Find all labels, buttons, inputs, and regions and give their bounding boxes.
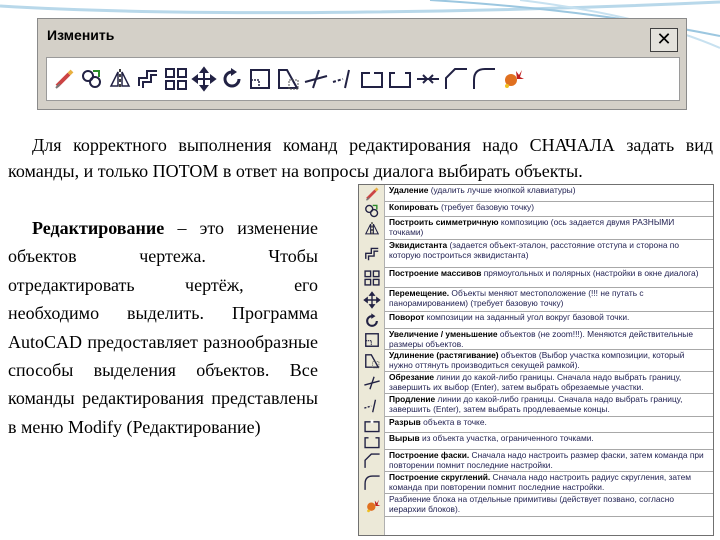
command-name: Разрыв [389,417,421,427]
command-name: Продление [389,394,436,404]
explode-icon [367,499,381,512]
intro-text: Для корректного выполнения команд редакт… [8,135,713,181]
editing-term: Редактирование [32,218,165,238]
command-description: объекта в точке. [420,417,487,427]
command-row: Копировать (требует базовую точку) [385,202,713,217]
command-row: Построение массивов прямоугольных и поля… [385,268,713,288]
command-row: Удлинение (растягивание) объектов (Выбор… [385,350,713,372]
modify-toolbar: Изменить ✕ [37,18,687,110]
command-row: Обрезание линии до какой-либо границы. С… [385,372,713,394]
stretch-icon [365,354,380,369]
command-row: Эквидистанта (задается объект-эталон, ра… [385,240,713,268]
editing-definition-paragraph: Редактирование – это изменение объектов … [8,214,318,441]
command-row: Разбиение блока на отдельные примитивы (… [385,494,713,517]
command-description: композиции на заданный угол вокруг базов… [424,312,630,322]
command-name: Удаление [389,185,429,195]
command-row: Построение скруглений. Сначала надо наст… [385,472,713,494]
toolbar-icon-strip [46,57,680,101]
mirror-icon[interactable] [107,66,133,92]
command-description: прямоугольных и полярных (настройки в ок… [481,268,699,278]
command-description: Разбиение блока на отдельные примитивы (… [389,494,674,514]
command-row: Вырыв из объекта участка, ограниченного … [385,433,713,450]
array-icon[interactable] [163,66,189,92]
command-row: Удаление (удалить лучше кнопкой клавиату… [385,185,713,202]
command-row: Поворот композиции на заданный угол вокр… [385,312,713,329]
editing-description: – это изменение объектов чертежа. Чтобы … [8,218,318,437]
command-name: Удлинение (растягивание) [389,350,499,360]
command-name: Поворот [389,312,425,322]
copy-icon[interactable] [79,66,105,92]
fillet-icon [364,475,380,490]
offset-icon [365,247,379,261]
command-name: Обрезание [389,372,435,382]
extend-icon[interactable] [331,66,357,92]
copy-icon [365,204,379,218]
break-icon[interactable] [387,66,413,92]
command-description: (требует базовую точку) [438,202,534,212]
close-button[interactable]: ✕ [650,28,678,52]
join-icon[interactable] [415,66,441,92]
extend-icon [364,399,377,412]
erase-icon[interactable] [51,66,77,92]
command-name: Вырыв [389,433,420,443]
toolbar-title: Изменить [41,22,683,48]
move-icon [363,291,381,309]
trim-icon [364,376,380,390]
chamfer-icon[interactable] [443,66,469,92]
intro-paragraph: Для корректного выполнения команд редакт… [8,132,713,184]
command-row: Построить симметричную композицию (ось з… [385,217,713,240]
command-row: Перемещение. Объекты меняют местоположен… [385,288,713,312]
command-row: Построение фаски. Сначала надо настроить… [385,450,713,472]
command-name: Построение массивов [389,268,482,278]
mirror-icon [364,221,380,236]
command-name: Увеличение / уменьшение [389,329,498,339]
erase-icon [365,187,379,201]
command-row: Увеличение / уменьшение объектов (не zoo… [385,329,713,350]
chamfer-icon [364,453,380,468]
fillet-icon[interactable] [471,66,497,92]
explode-icon[interactable] [499,66,525,92]
scale-icon[interactable] [247,66,273,92]
scale-icon [365,332,379,347]
stretch-icon[interactable] [275,66,301,92]
command-row: Продление линии до какой-либо границы. С… [385,394,713,417]
command-name: Копировать [389,202,439,212]
command-name: Построение фаски. [389,450,470,460]
command-row: Разрыв объекта в точке. [385,417,713,433]
command-name: Перемещение. [389,288,450,298]
command-name: Построение скруглений. [389,472,491,482]
array-icon [364,270,380,286]
trim-icon[interactable] [303,66,329,92]
command-description: (удалить лучше кнопкой клавиатуры) [428,185,576,195]
command-description: из объекта участка, ограниченного точкам… [419,433,594,443]
move-icon[interactable] [191,66,217,92]
offset-icon[interactable] [135,66,161,92]
rotate-icon[interactable] [219,66,245,92]
break-icon [364,437,380,449]
rotate-icon [366,313,378,327]
modify-commands-table: Удаление (удалить лучше кнопкой клавиату… [358,184,714,536]
break-at-point-icon[interactable] [359,66,385,92]
command-name: Построить симметричную [389,217,499,227]
command-name: Эквидистанта [389,240,448,250]
